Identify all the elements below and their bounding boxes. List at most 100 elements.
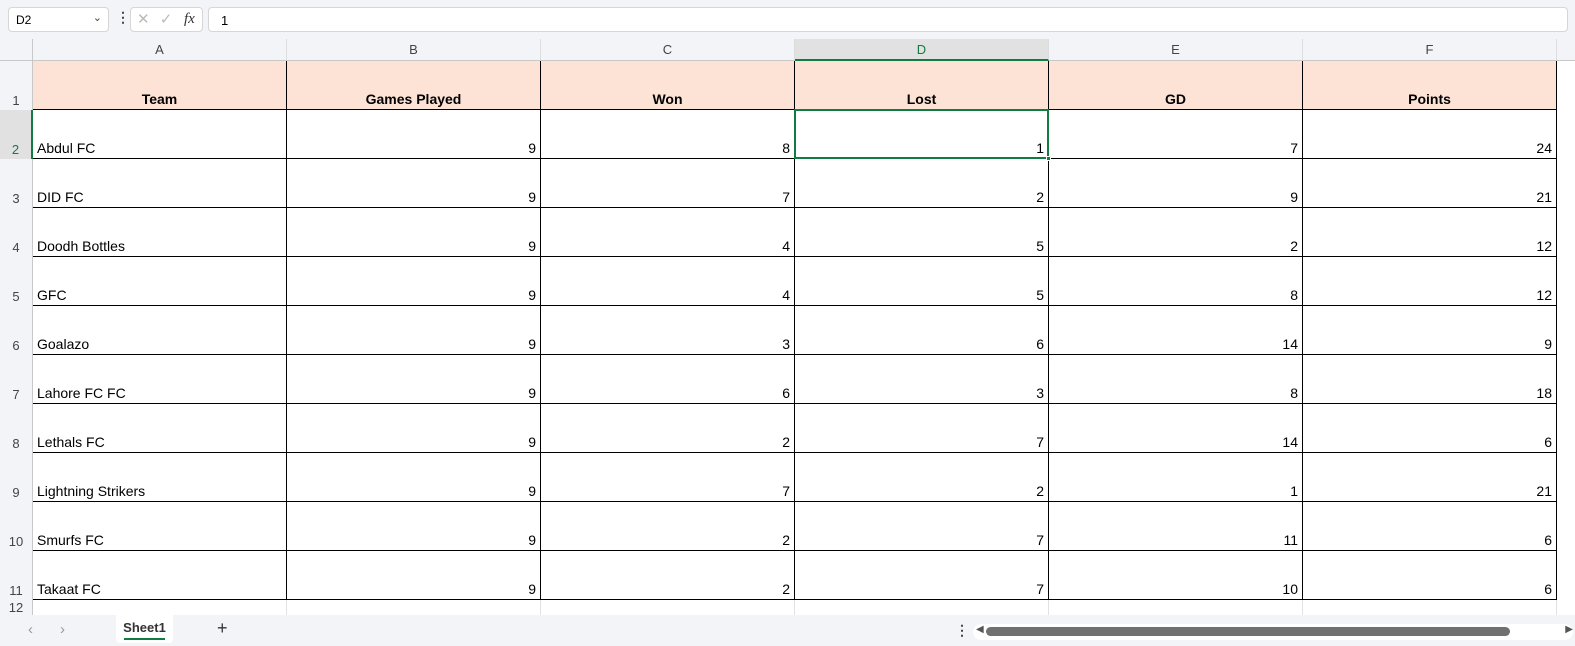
number-cell[interactable]: 6 <box>795 306 1049 355</box>
number-cell[interactable]: 9 <box>287 355 541 404</box>
column-header-a[interactable]: A <box>33 39 287 61</box>
team-name-cell[interactable]: DID FC <box>33 159 287 208</box>
number-cell[interactable]: 3 <box>541 306 795 355</box>
empty-cell[interactable] <box>795 600 1049 615</box>
number-cell[interactable]: 11 <box>1049 502 1303 551</box>
empty-cell[interactable] <box>541 600 795 615</box>
number-cell[interactable]: 8 <box>1049 257 1303 306</box>
name-box[interactable]: D2 ⌄ <box>8 7 109 32</box>
number-cell[interactable]: 12 <box>1303 208 1557 257</box>
select-all-corner[interactable] <box>0 39 33 61</box>
fill-handle[interactable] <box>1046 156 1051 161</box>
header-cell[interactable]: Won <box>541 61 795 110</box>
column-header-b[interactable]: B <box>287 39 541 61</box>
number-cell[interactable]: 9 <box>287 257 541 306</box>
number-cell[interactable]: 8 <box>541 110 795 159</box>
number-cell[interactable]: 9 <box>287 110 541 159</box>
number-cell[interactable]: 7 <box>795 404 1049 453</box>
column-header-e[interactable]: E <box>1049 39 1303 61</box>
row-header-12[interactable]: 12 <box>0 600 33 615</box>
number-cell[interactable]: 8 <box>1049 355 1303 404</box>
number-cell[interactable]: 9 <box>287 551 541 600</box>
number-cell[interactable]: 9 <box>287 404 541 453</box>
team-name-cell[interactable]: Lethals FC <box>33 404 287 453</box>
number-cell[interactable]: 1 <box>795 110 1049 159</box>
number-cell[interactable]: 9 <box>287 159 541 208</box>
number-cell[interactable]: 6 <box>1303 551 1557 600</box>
row-header-6[interactable]: 6 <box>0 306 33 355</box>
number-cell[interactable]: 9 <box>287 453 541 502</box>
row-header-2[interactable]: 2 <box>0 110 33 159</box>
more-icon[interactable]: ⋮ <box>955 622 969 639</box>
number-cell[interactable]: 7 <box>1049 110 1303 159</box>
row-header-5[interactable]: 5 <box>0 257 33 306</box>
number-cell[interactable]: 7 <box>541 159 795 208</box>
number-cell[interactable]: 21 <box>1303 159 1557 208</box>
empty-cell[interactable] <box>287 600 541 615</box>
number-cell[interactable]: 9 <box>287 208 541 257</box>
scroll-right-icon[interactable]: ▶ <box>1565 624 1573 635</box>
number-cell[interactable]: 2 <box>1049 208 1303 257</box>
add-sheet-button[interactable]: + <box>217 618 228 639</box>
number-cell[interactable]: 4 <box>541 208 795 257</box>
sheet-tab-sheet1[interactable]: Sheet1 <box>116 615 173 643</box>
formula-input[interactable]: 1 <box>208 7 1568 32</box>
scroll-left-icon[interactable]: ◀ <box>976 624 984 635</box>
row-header-8[interactable]: 8 <box>0 404 33 453</box>
header-cell[interactable]: Lost <box>795 61 1049 110</box>
header-cell[interactable]: Team <box>33 61 287 110</box>
row-header-1[interactable]: 1 <box>0 61 33 110</box>
number-cell[interactable]: 7 <box>795 551 1049 600</box>
number-cell[interactable]: 6 <box>1303 502 1557 551</box>
empty-cell[interactable] <box>1049 600 1303 615</box>
number-cell[interactable]: 24 <box>1303 110 1557 159</box>
number-cell[interactable]: 2 <box>541 404 795 453</box>
empty-cell[interactable] <box>1303 600 1557 615</box>
number-cell[interactable]: 7 <box>541 453 795 502</box>
number-cell[interactable]: 21 <box>1303 453 1557 502</box>
number-cell[interactable]: 9 <box>1049 159 1303 208</box>
row-header-3[interactable]: 3 <box>0 159 33 208</box>
spreadsheet-grid[interactable]: A B C D E F 1 2 3 4 5 6 7 8 9 10 11 12 Team Games Played Won… <box>0 39 1575 615</box>
column-header-next[interactable] <box>1557 39 1575 61</box>
number-cell[interactable]: 14 <box>1049 306 1303 355</box>
team-name-cell[interactable]: Abdul FC <box>33 110 287 159</box>
more-options-icon[interactable]: ⋮ <box>116 9 130 26</box>
enter-icon[interactable]: ✓ <box>160 11 173 28</box>
horizontal-scrollbar[interactable]: ◀ ▶ <box>973 624 1573 640</box>
cancel-icon[interactable]: ✕ <box>137 11 150 28</box>
prev-sheet-icon[interactable]: ‹ <box>28 621 33 638</box>
number-cell[interactable]: 14 <box>1049 404 1303 453</box>
number-cell[interactable]: 2 <box>795 159 1049 208</box>
empty-cell[interactable] <box>33 600 287 615</box>
number-cell[interactable]: 2 <box>541 502 795 551</box>
chevron-down-icon[interactable]: ⌄ <box>93 11 102 24</box>
team-name-cell[interactable]: Lightning Strikers <box>33 453 287 502</box>
number-cell[interactable]: 6 <box>1303 404 1557 453</box>
number-cell[interactable]: 5 <box>795 208 1049 257</box>
number-cell[interactable]: 4 <box>541 257 795 306</box>
number-cell[interactable]: 12 <box>1303 257 1557 306</box>
column-header-f[interactable]: F <box>1303 39 1557 61</box>
number-cell[interactable]: 18 <box>1303 355 1557 404</box>
insert-function-icon[interactable]: fx <box>184 11 195 28</box>
column-header-c[interactable]: C <box>541 39 795 61</box>
number-cell[interactable]: 7 <box>795 502 1049 551</box>
number-cell[interactable]: 6 <box>541 355 795 404</box>
number-cell[interactable]: 10 <box>1049 551 1303 600</box>
header-cell[interactable]: Games Played <box>287 61 541 110</box>
team-name-cell[interactable]: GFC <box>33 257 287 306</box>
row-header-4[interactable]: 4 <box>0 208 33 257</box>
next-sheet-icon[interactable]: › <box>60 621 65 638</box>
number-cell[interactable]: 3 <box>795 355 1049 404</box>
row-header-11[interactable]: 11 <box>0 551 33 600</box>
row-header-10[interactable]: 10 <box>0 502 33 551</box>
number-cell[interactable]: 2 <box>541 551 795 600</box>
scrollbar-thumb[interactable] <box>986 627 1510 636</box>
number-cell[interactable]: 2 <box>795 453 1049 502</box>
row-header-7[interactable]: 7 <box>0 355 33 404</box>
row-header-9[interactable]: 9 <box>0 453 33 502</box>
number-cell[interactable]: 9 <box>287 306 541 355</box>
header-cell[interactable]: GD <box>1049 61 1303 110</box>
column-header-d[interactable]: D <box>795 39 1049 61</box>
